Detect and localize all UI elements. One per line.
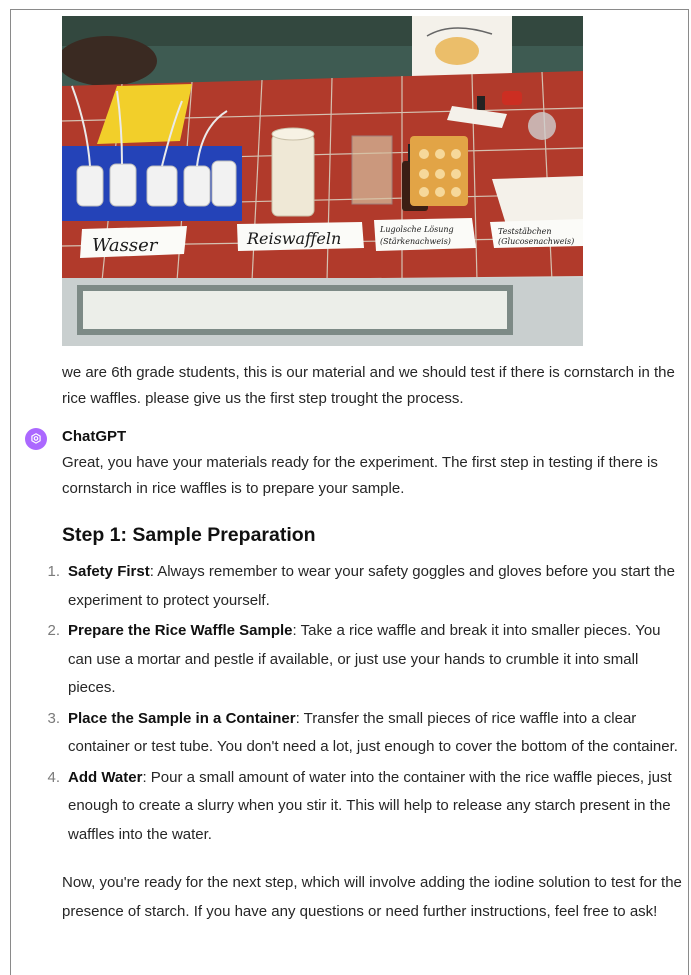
- label-lugol-1: Lugolsche Lösung: [379, 225, 454, 234]
- label-wasser: Wasser: [92, 235, 159, 256]
- label-reiswaffeln: Reiswaffeln: [246, 229, 341, 248]
- step-number: 2.: [47, 622, 60, 639]
- sender-name: ChatGPT: [62, 428, 127, 445]
- list-item: 2. Prepare the Rice Waffle Sample: Take a…: [47, 617, 687, 703]
- step-term: Prepare the Rice Waffle Sample: [68, 622, 293, 639]
- step-heading: Step 1: Sample Preparation: [62, 524, 316, 546]
- label-test-2: (Glucosenachweis): [498, 237, 574, 246]
- list-item: 1. Safety First: Always remember to wear …: [47, 558, 687, 615]
- uploaded-photo[interactable]: Wasser Reiswaffeln Lugolsche Lösung (Stä…: [62, 16, 583, 346]
- openai-logo-icon: [25, 428, 47, 450]
- step-term: Add Water: [68, 768, 143, 786]
- list-item: 3. Place the Sample in a Container: Trans…: [47, 705, 687, 762]
- step-number: 1.: [47, 563, 60, 580]
- label-lugol-2: (Stärkenachweis): [380, 237, 451, 246]
- label-test-1: Teststäbchen: [498, 227, 552, 236]
- reply-outro: Now, you're ready for the next step, whi…: [62, 874, 682, 920]
- step-text: : Always remember to wear your safety go…: [68, 563, 675, 609]
- step-number: 3.: [47, 709, 60, 727]
- step-term: Place the Sample in a Container: [68, 709, 296, 727]
- step-term: Safety First: [68, 563, 150, 580]
- steps-list: 1. Safety First: Always remember to wear …: [47, 558, 687, 850]
- list-item: 4. Add Water: Pour a small amount of wate…: [47, 764, 687, 850]
- chat-frame: Wasser Reiswaffeln Lugolsche Lösung (Stä…: [10, 9, 689, 975]
- reply-body: Great, you have your materials ready for…: [47, 450, 687, 926]
- user-message: we are 6th grade students, this is our m…: [62, 364, 675, 407]
- step-text: : Pour a small amount of water into the …: [68, 768, 672, 843]
- reply-intro: Great, you have your materials ready for…: [62, 454, 658, 497]
- step-number: 4.: [47, 768, 60, 786]
